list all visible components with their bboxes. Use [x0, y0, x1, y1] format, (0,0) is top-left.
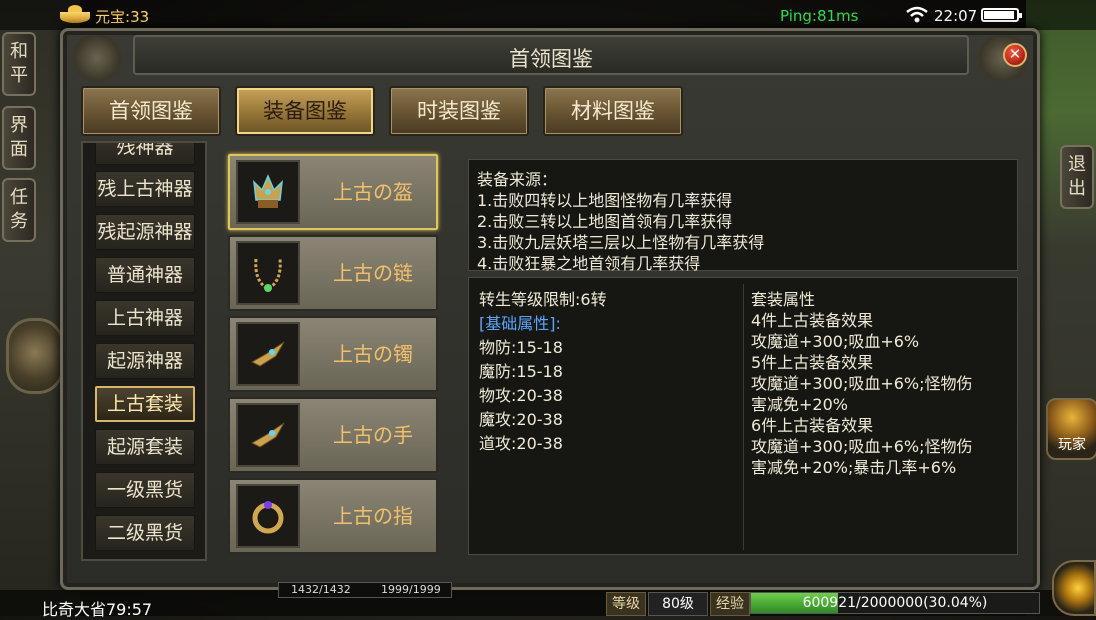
item-slot — [236, 403, 300, 467]
category-item[interactable]: 起源神器 — [95, 343, 195, 379]
player-button[interactable]: 玩家 — [1046, 398, 1096, 460]
location-coordinates: 比奇大省79:57 — [42, 600, 153, 619]
currency-display: 元宝:33 — [95, 6, 149, 27]
item-slot — [236, 322, 300, 386]
base-attribute-heading: [基础属性]: — [479, 314, 561, 333]
status-bar: 元宝:33 Ping:81ms 22:07 — [0, 0, 1096, 30]
category-item[interactable]: 二级黑货 — [95, 515, 195, 551]
item-row[interactable]: 上古の链 — [228, 235, 438, 311]
battery-icon — [981, 8, 1022, 22]
item-row-selected[interactable]: 上古の盔 — [228, 154, 438, 230]
hp-value: 1432/1432 — [291, 583, 351, 596]
base-attribute: 道攻:20-38 — [479, 434, 563, 453]
category-item[interactable]: 普通神器 — [95, 257, 195, 293]
exp-label: 经验 — [710, 592, 750, 616]
item-row[interactable]: 上古の镯 — [228, 316, 438, 392]
category-item[interactable]: 上古神器 — [95, 300, 195, 336]
base-attribute: 魔攻:20-38 — [479, 410, 563, 429]
sun-icon[interactable] — [1052, 560, 1096, 616]
peace-mode-button[interactable]: 和平 — [2, 32, 36, 96]
item-label: 上古の链 — [333, 261, 413, 285]
item-slot — [236, 241, 300, 305]
rebirth-limit: 转生等级限制:6转 — [479, 290, 607, 309]
source-line: 4.击败狂暴之地首领有几率获得 — [477, 254, 701, 273]
ring-icon — [252, 501, 284, 534]
category-list[interactable]: 残神器 残上古神器 残起源神器 普通神器 上古神器 起源神器 上古套装 起源套装… — [81, 141, 207, 561]
exp-bar: 600921/2000000(30.04%) — [750, 592, 1040, 614]
base-attribute: 物攻:20-38 — [479, 386, 563, 405]
clock: 22:07 — [934, 7, 978, 25]
attribute-box: 转生等级限制:6转 [基础属性]: 物防:15-18 魔防:15-18 物攻:2… — [468, 277, 1018, 555]
bracelet-icon — [250, 341, 285, 367]
item-slot — [236, 484, 300, 548]
item-slot — [236, 160, 300, 224]
quest-button[interactable]: 任务 — [2, 178, 36, 242]
mp-value: 1999/1999 — [381, 583, 441, 596]
tab-fashion-codex[interactable]: 时装图鉴 — [389, 86, 529, 136]
equipment-source-box: 装备来源： 1.击败四转以上地图怪物有几率获得 2.击败三转以上地图首领有几率获… — [468, 159, 1018, 273]
close-button[interactable]: ✕ — [1003, 43, 1027, 67]
tab-equipment-codex[interactable]: 装备图鉴 — [235, 86, 375, 136]
boss-codex-panel: 首领图鉴 ✕ 首领图鉴 装备图鉴 时装图鉴 材料图鉴 残神器 残上古神器 残起源… — [60, 28, 1040, 590]
necklace-icon — [254, 258, 282, 292]
currency-label: 元宝: — [95, 8, 131, 26]
level-label: 等级 — [606, 592, 646, 616]
wifi-icon — [906, 6, 928, 23]
dragon-ornament-left — [67, 35, 127, 81]
ping-readout: Ping:81ms — [780, 7, 859, 25]
category-item[interactable]: 残神器 — [95, 143, 195, 165]
column-divider — [743, 284, 744, 550]
item-list[interactable]: 上古の盔 上古の链 上古の镯 上古の手 上古の指 — [228, 146, 443, 566]
tab-boss-codex[interactable]: 首领图鉴 — [81, 86, 221, 136]
item-label: 上古の盔 — [333, 180, 413, 204]
interface-button[interactable]: 界面 — [2, 106, 36, 170]
category-item[interactable]: 一级黑货 — [95, 472, 195, 508]
item-label: 上古の手 — [333, 423, 413, 447]
panel-titlebar: 首领图鉴 — [133, 35, 969, 75]
helmet-icon — [253, 174, 283, 208]
hp-mp-bar: 1432/1432 1999/1999 — [278, 582, 452, 598]
item-label: 上古の指 — [333, 504, 413, 528]
category-item-selected[interactable]: 上古套装 — [95, 386, 195, 422]
exp-text: 600921/2000000(30.04%) — [802, 595, 988, 611]
set-attribute-line: 害减免+20%;暴击几率+6% — [751, 458, 957, 477]
level-value: 80级 — [648, 592, 708, 616]
player-button-label: 玩家 — [1058, 437, 1086, 453]
category-item[interactable]: 残上古神器 — [95, 171, 195, 207]
item-row[interactable]: 上古の手 — [228, 397, 438, 473]
item-label: 上古の镯 — [333, 342, 413, 366]
category-item[interactable]: 残起源神器 — [95, 214, 195, 250]
character-portrait[interactable] — [6, 318, 64, 394]
category-item[interactable]: 起源套装 — [95, 429, 195, 465]
glove-icon — [250, 422, 285, 448]
tab-material-codex[interactable]: 材料图鉴 — [543, 86, 683, 136]
base-attribute: 魔防:15-18 — [479, 362, 563, 381]
panel-title: 首领图鉴 — [509, 47, 593, 71]
exit-button[interactable]: 退出 — [1060, 145, 1094, 209]
gold-ingot-icon — [60, 5, 90, 23]
currency-value: 33 — [130, 8, 150, 26]
item-row[interactable]: 上古の指 — [228, 478, 438, 554]
base-attribute: 物防:15-18 — [479, 338, 563, 357]
